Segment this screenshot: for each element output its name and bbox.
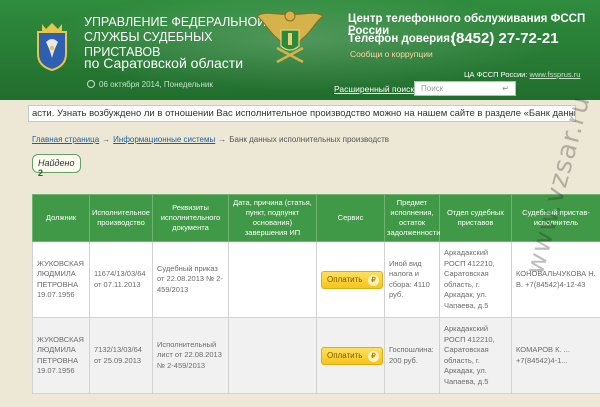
hotline-phone: (8452) 27-72-21: [451, 30, 559, 47]
table-row: ЖУКОВСКАЯ ЛЮДМИЛА ПЕТРОВНА 19.07.1956 11…: [32, 241, 600, 318]
debtor-cell: ЖУКОВСКАЯ ЛЮДМИЛА ПЕТРОВНА 19.07.1956: [32, 317, 90, 394]
service-cell: Оплатить ₽: [316, 241, 385, 318]
ruble-icon: ₽: [368, 350, 379, 362]
page: Управление Федеральной службы судебных п…: [0, 0, 600, 407]
news-ticker: асти. Узнать возбуждено ли в отношении В…: [28, 105, 576, 122]
central-office-line: ЦА ФССП России: www.fssprus.ru: [464, 70, 580, 79]
bailiff-cell: КОМАРОВ К. ... +7(84542)4-1...: [511, 317, 600, 394]
service-cell: Оплатить ₽: [316, 317, 385, 394]
debtor-cell: ЖУКОВСКАЯ ЛЮДМИЛА ПЕТРОВНА 19.07.1956: [32, 241, 90, 318]
report-corruption-link[interactable]: Сообщи о коррупции: [350, 49, 433, 59]
column-header-proceeding: Исполнительное производство: [89, 194, 153, 242]
current-date: 06 октября 2014, Понедельник: [87, 80, 213, 89]
subject-cell: Иной вид налога и сбора: 4110 руб.: [384, 241, 440, 318]
org-region: по Саратовской области: [84, 55, 244, 71]
completion-cell: [228, 241, 317, 318]
fssp-eagle-emblem-icon[interactable]: [255, 6, 325, 68]
hotline-label: Телефон доверия:: [348, 33, 454, 45]
search-submit-icon[interactable]: ↵: [502, 84, 509, 93]
table-header-row: Должник Исполнительное производство Рекв…: [32, 194, 600, 242]
proceeding-cell: 7132/13/03/64 от 25.09.2013: [89, 317, 153, 394]
column-header-service: Сервис: [316, 194, 385, 242]
enforcement-proceedings-table: Должник Исполнительное производство Рекв…: [32, 194, 600, 394]
column-header-document: Реквизиты исполнительного документа: [152, 194, 229, 242]
column-header-completion: Дата, причина (статья, пункт, подпункт о…: [228, 194, 317, 242]
pay-button[interactable]: Оплатить ₽: [321, 270, 383, 289]
column-header-subject: Предмет исполнения, остаток задолженност…: [384, 194, 440, 242]
department-cell: Аркадакский РОСП 412210, Саратовская обл…: [439, 317, 512, 394]
column-header-debtor: Должник: [32, 194, 90, 242]
pay-button-label: Оплатить: [327, 350, 363, 360]
central-office-label: ЦА ФССП России:: [464, 70, 530, 79]
table-row: ЖУКОВСКАЯ ЛЮДМИЛА ПЕТРОВНА 19.07.1956 71…: [32, 317, 600, 394]
central-office-link[interactable]: www.fssprus.ru: [530, 70, 581, 79]
found-count-badge: Найдено 2: [32, 154, 81, 178]
found-count: 2: [38, 168, 44, 178]
pay-button[interactable]: Оплатить ₽: [321, 346, 383, 365]
document-cell: Исполнительный лист от 22.08.2013 № 2-45…: [152, 317, 229, 394]
clock-icon: [87, 80, 95, 88]
completion-cell: [228, 317, 317, 394]
document-cell: Судебный приказ от 22.08.2013 № 2-459/20…: [152, 241, 229, 318]
date-text: 06 октября 2014, Понедельник: [99, 80, 213, 89]
search-input[interactable]: Поиск ↵: [414, 81, 516, 96]
ruble-icon: ₽: [368, 274, 379, 286]
column-header-department: Отдел судебных приставов: [439, 194, 512, 242]
search-placeholder: Поиск: [421, 84, 444, 93]
proceeding-cell: 11674/13/03/64 от 07.11.2013: [89, 241, 153, 318]
saratov-crest-icon[interactable]: [32, 20, 72, 72]
breadcrumb: Главная страница → Информационные системы →…: [32, 135, 389, 144]
site-header: Управление Федеральной службы судебных п…: [0, 0, 600, 100]
breadcrumb-home[interactable]: Главная страница: [32, 135, 99, 144]
department-cell: Аркадакский РОСП 412210, Саратовская обл…: [439, 241, 512, 318]
breadcrumb-info-systems[interactable]: Информационные системы: [113, 135, 215, 144]
breadcrumb-current: Банк данных исполнительных производств: [229, 135, 390, 144]
breadcrumb-separator: →: [102, 135, 111, 144]
breadcrumb-separator: →: [218, 135, 227, 144]
found-label: Найдено: [38, 158, 75, 168]
org-title: Управление Федеральной службы судебных п…: [84, 15, 267, 59]
advanced-search-link[interactable]: Расширенный поиск: [334, 84, 414, 94]
subject-cell: Госпошлина: 200 руб.: [384, 317, 440, 394]
pay-button-label: Оплатить: [327, 274, 363, 284]
